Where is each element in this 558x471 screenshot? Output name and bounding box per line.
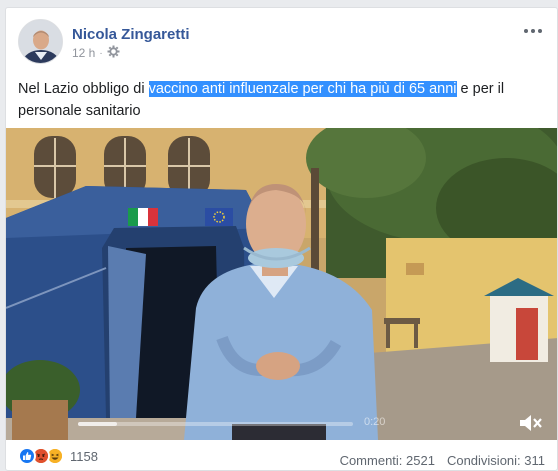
post-text-highlighted: vaccino anti influenzale per chi ha più … xyxy=(148,81,457,97)
more-options-icon[interactable] xyxy=(523,24,543,38)
post-time[interactable]: 12 h xyxy=(72,46,95,60)
video-progress-fill xyxy=(78,422,117,426)
video-progress-bar[interactable] xyxy=(78,422,353,426)
reactions-summary[interactable]: 1158 xyxy=(18,447,98,465)
post-footer: 1158 Commenti: 2521 Condivisioni: 311 xyxy=(6,440,557,470)
reaction-count: 1158 xyxy=(70,448,98,464)
speaker-muted-icon[interactable] xyxy=(517,411,543,435)
post-meta: 12 h · xyxy=(72,45,120,61)
post-card: Nicola Zingaretti 12 h · Nel Lazio obbli… xyxy=(5,7,558,471)
video-controls: 0:20 xyxy=(6,406,557,440)
post-stats: Commenti: 2521 Condivisioni: 311 xyxy=(340,453,545,468)
author-name[interactable]: Nicola Zingaretti xyxy=(72,26,190,43)
author-avatar[interactable] xyxy=(18,19,63,64)
separator-dot: · xyxy=(99,47,103,59)
post-text-part1: Nel Lazio obbligo di xyxy=(18,81,149,97)
video-frame xyxy=(6,128,557,440)
post-header: Nicola Zingaretti 12 h · xyxy=(6,8,557,76)
video-player[interactable]: 0:20 xyxy=(6,128,557,440)
video-time: 0:20 xyxy=(364,416,386,428)
post-text: Nel Lazio obbligo di vaccino anti influe… xyxy=(18,78,543,122)
privacy-icon[interactable] xyxy=(107,45,120,61)
comments-count[interactable]: Commenti: 2521 xyxy=(340,453,435,468)
shares-count[interactable]: Condivisioni: 311 xyxy=(447,453,545,468)
like-icon xyxy=(18,447,36,465)
